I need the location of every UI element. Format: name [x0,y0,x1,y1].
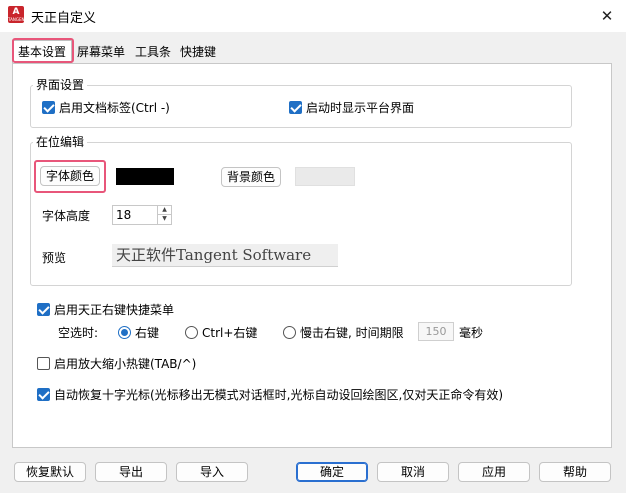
font-height-spinner[interactable]: 18 ▲ ▼ [112,205,172,225]
radio-slow-right-click[interactable] [283,326,296,339]
time-limit-input[interactable]: 150 [418,322,454,341]
show-platform-checkbox[interactable] [289,101,302,114]
radio-right-click[interactable] [118,326,131,339]
close-icon[interactable]: ✕ [596,5,618,27]
bg-color-swatch[interactable] [295,167,355,186]
auto-cursor-checkbox[interactable] [37,388,50,401]
tab-basic-settings[interactable]: 基本设置 [12,40,73,64]
spin-up-icon[interactable]: ▲ [158,206,171,215]
window-title: 天正自定义 [31,11,97,26]
title-bar: A TANGENT 天正自定义 ✕ [0,0,626,32]
enable-doc-tabs-label: 启用文档标签(Ctrl -) [59,101,170,115]
radio-right-click-label: 右键 [135,326,160,340]
radio-ctrl-right-click[interactable] [185,326,198,339]
inplace-group-title: 在位编辑 [33,135,88,149]
time-unit-label: 毫秒 [459,326,484,340]
radio-slow-right-click-label: 慢击右键, 时间期限 [300,326,404,340]
font-height-label: 字体高度 [42,209,91,223]
zoom-hotkey-label: 启用放大缩小热键(TAB/^) [54,357,197,371]
spinner-arrows: ▲ ▼ [157,206,171,224]
cancel-button[interactable]: 取消 [377,462,449,482]
tab-toolbar[interactable]: 工具条 [135,40,171,64]
restore-default-button[interactable]: 恢复默认 [14,462,86,482]
font-color-button[interactable]: 字体颜色 [40,166,100,186]
enable-doc-tabs-checkbox[interactable] [42,101,55,114]
ok-button[interactable]: 确定 [296,462,368,482]
preview-text: 天正软件Tangent Software [112,244,338,267]
help-button[interactable]: 帮助 [539,462,611,482]
preview-label: 预览 [42,251,67,265]
spin-down-icon[interactable]: ▼ [158,215,171,224]
tab-shortcuts[interactable]: 快捷键 [180,40,216,64]
tangent-app-icon: A TANGENT [8,6,27,23]
show-platform-label: 启动时显示平台界面 [306,101,415,115]
interface-group-title: 界面设置 [33,78,88,92]
bg-color-button[interactable]: 背景颜色 [221,167,281,187]
app-icon-subtext: TANGENT [8,17,27,22]
empty-select-label: 空选时: [58,326,99,340]
import-button[interactable]: 导入 [176,462,248,482]
apply-button[interactable]: 应用 [458,462,530,482]
export-button[interactable]: 导出 [95,462,167,482]
tab-screen-menu[interactable]: 屏幕菜单 [77,40,125,64]
right-click-menu-checkbox[interactable] [37,303,50,316]
font-height-value: 18 [116,208,132,222]
right-click-menu-label: 启用天正右键快捷菜单 [54,303,175,317]
auto-cursor-label: 自动恢复十字光标(光标移出无模式对话框时,光标自动设回绘图区,仅对天正命令有效) [54,388,503,402]
radio-ctrl-right-click-label: Ctrl+右键 [202,326,258,340]
font-color-swatch[interactable] [116,168,174,185]
zoom-hotkey-checkbox[interactable] [37,357,50,370]
